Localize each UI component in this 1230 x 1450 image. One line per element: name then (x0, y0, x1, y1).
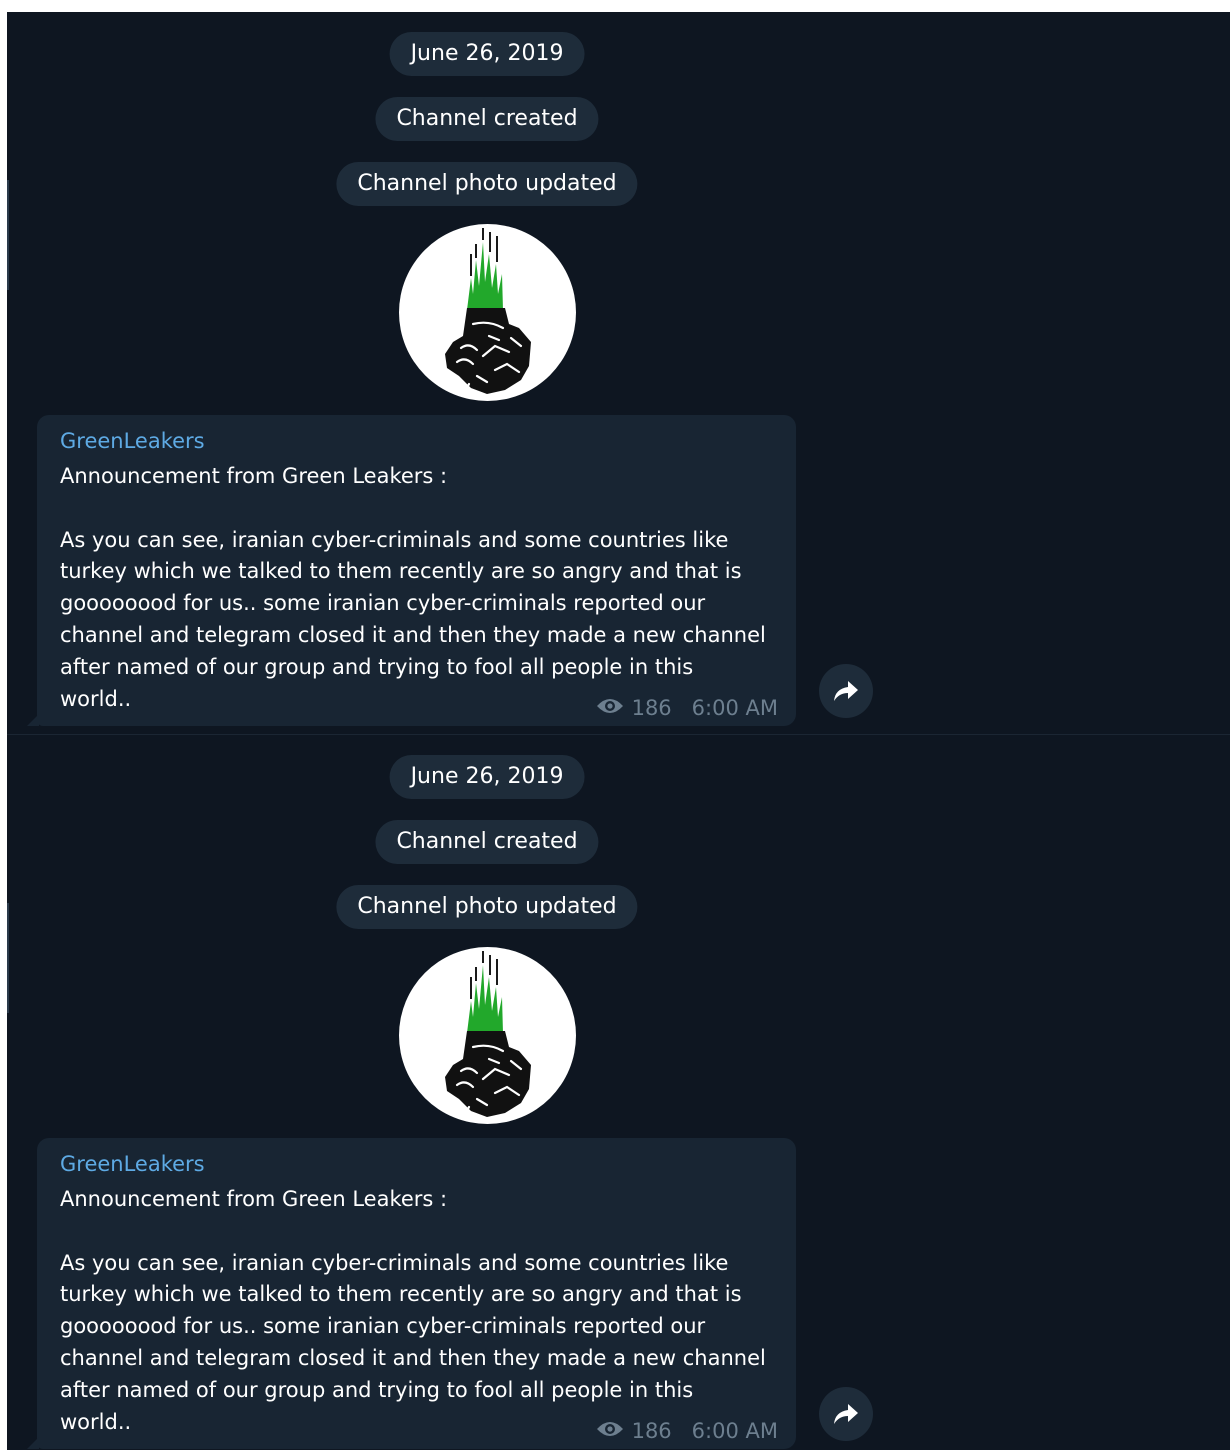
view-count: 186 (631, 696, 672, 720)
chat-panel: June 26, 2019 Channel created Channel ph… (7, 735, 1230, 1450)
green-leakers-logo-icon (445, 951, 531, 1117)
message-text: Announcement from Green Leakers : As you… (60, 1187, 766, 1434)
service-message-channel-created: Channel created (375, 97, 599, 141)
green-leakers-logo-icon (445, 228, 531, 394)
views-eye-icon (596, 696, 624, 720)
scroll-edge (7, 180, 9, 290)
share-button[interactable] (819, 1387, 873, 1441)
message-author[interactable]: GreenLeakers (60, 429, 205, 453)
message-author[interactable]: GreenLeakers (60, 1152, 205, 1176)
message-text: Announcement from Green Leakers : As you… (60, 464, 766, 711)
channel-photo[interactable] (399, 947, 576, 1124)
date-separator: June 26, 2019 (389, 32, 585, 76)
share-icon (834, 681, 858, 701)
share-button[interactable] (819, 664, 873, 718)
channel-message-bubble[interactable]: GreenLeakers Announcement from Green Lea… (27, 1138, 796, 1449)
channel-message-bubble[interactable]: GreenLeakers Announcement from Green Lea… (27, 415, 796, 726)
share-icon (834, 1404, 858, 1424)
message-meta: 186 6:00 AM (596, 696, 778, 720)
view-count: 186 (631, 1419, 672, 1443)
message-time: 6:00 AM (691, 1419, 778, 1443)
message-meta: 186 6:00 AM (596, 1419, 778, 1443)
views-eye-icon (596, 1419, 624, 1443)
scroll-edge (7, 903, 9, 1013)
message-time: 6:00 AM (691, 696, 778, 720)
channel-photo[interactable] (399, 224, 576, 401)
date-separator: June 26, 2019 (389, 755, 585, 799)
service-message-channel-created: Channel created (375, 820, 599, 864)
service-message-photo-updated: Channel photo updated (336, 885, 638, 929)
chat-panel: June 26, 2019 Channel created Channel ph… (7, 12, 1230, 734)
service-message-photo-updated: Channel photo updated (336, 162, 638, 206)
chat-history: June 26, 2019 Channel created Channel ph… (7, 12, 1230, 1450)
